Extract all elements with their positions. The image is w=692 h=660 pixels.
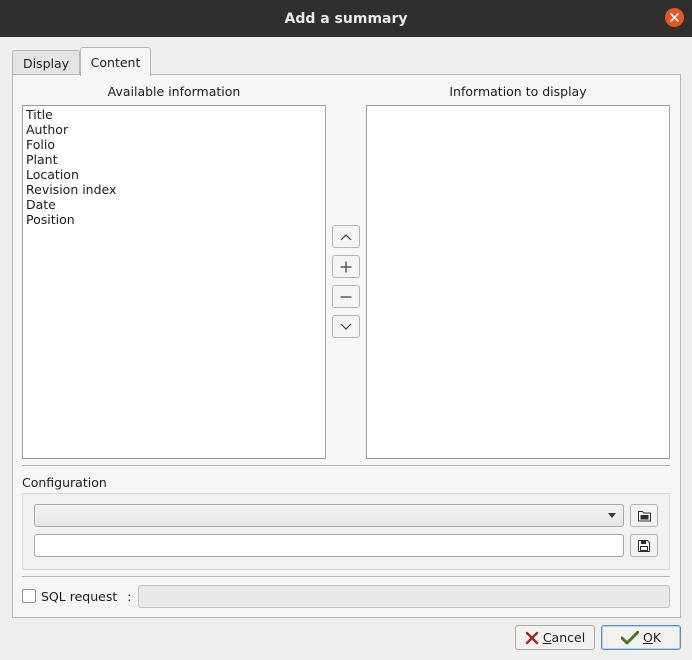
tab-display[interactable]: Display [12, 50, 80, 76]
ok-mnemonic: O [642, 630, 653, 645]
tab-content-label: Content [90, 54, 141, 70]
move-up-button[interactable] [332, 225, 360, 248]
plus-icon [340, 261, 352, 272]
cancel-x-icon [525, 631, 539, 644]
tab-content[interactable]: Content [80, 47, 151, 76]
save-icon [638, 539, 650, 552]
cancel-button-label: Cancel [543, 630, 585, 645]
ok-button-label: OK [643, 630, 661, 645]
list-item[interactable]: Title [23, 107, 325, 122]
sql-request-field [138, 585, 670, 608]
list-item[interactable]: Revision index [23, 182, 325, 197]
close-icon [670, 13, 679, 22]
title-bar: Add a summary [0, 0, 692, 37]
list-item[interactable]: Plant [23, 152, 325, 167]
chevron-up-icon [340, 233, 352, 240]
sql-request-colon: : [127, 589, 132, 604]
list-item[interactable]: Position [23, 212, 325, 227]
remove-button[interactable] [332, 285, 360, 308]
close-button[interactable] [665, 8, 684, 27]
chevron-down-icon [340, 323, 352, 330]
cancel-label-rest: ancel [551, 630, 586, 645]
configuration-name-field[interactable] [34, 534, 624, 557]
sql-request-label: SQL request : [41, 589, 131, 604]
configuration-heading: Configuration [22, 475, 107, 490]
minus-icon [340, 295, 352, 298]
ok-label-rest: K [652, 630, 662, 645]
window-title: Add a summary [284, 10, 408, 27]
list-item[interactable]: Author [23, 122, 325, 137]
list-item[interactable]: Date [23, 197, 325, 212]
information-to-display-list[interactable] [366, 105, 670, 459]
ok-check-icon [620, 630, 639, 644]
add-button[interactable] [332, 255, 360, 278]
open-configuration-button[interactable] [630, 504, 658, 527]
separator [22, 576, 670, 577]
sql-request-text: SQL request [41, 589, 118, 604]
folder-open-icon [637, 510, 651, 521]
configuration-combo[interactable] [34, 504, 624, 527]
move-down-button[interactable] [332, 315, 360, 338]
tab-display-label: Display [22, 56, 70, 71]
dropdown-arrow-icon [608, 513, 616, 518]
information-to-display-heading: Information to display [449, 84, 587, 99]
list-item[interactable]: Folio [23, 137, 325, 152]
save-configuration-button[interactable] [630, 534, 658, 557]
cancel-button[interactable]: Cancel [515, 625, 595, 650]
sql-request-checkbox[interactable] [22, 589, 36, 603]
cancel-mnemonic: C [542, 630, 552, 645]
available-information-list[interactable]: Title Author Folio Plant Location Revisi… [22, 105, 326, 459]
separator [22, 465, 670, 466]
list-item[interactable]: Location [23, 167, 325, 182]
available-information-heading: Available information [107, 84, 241, 99]
ok-button[interactable]: OK [601, 625, 681, 650]
